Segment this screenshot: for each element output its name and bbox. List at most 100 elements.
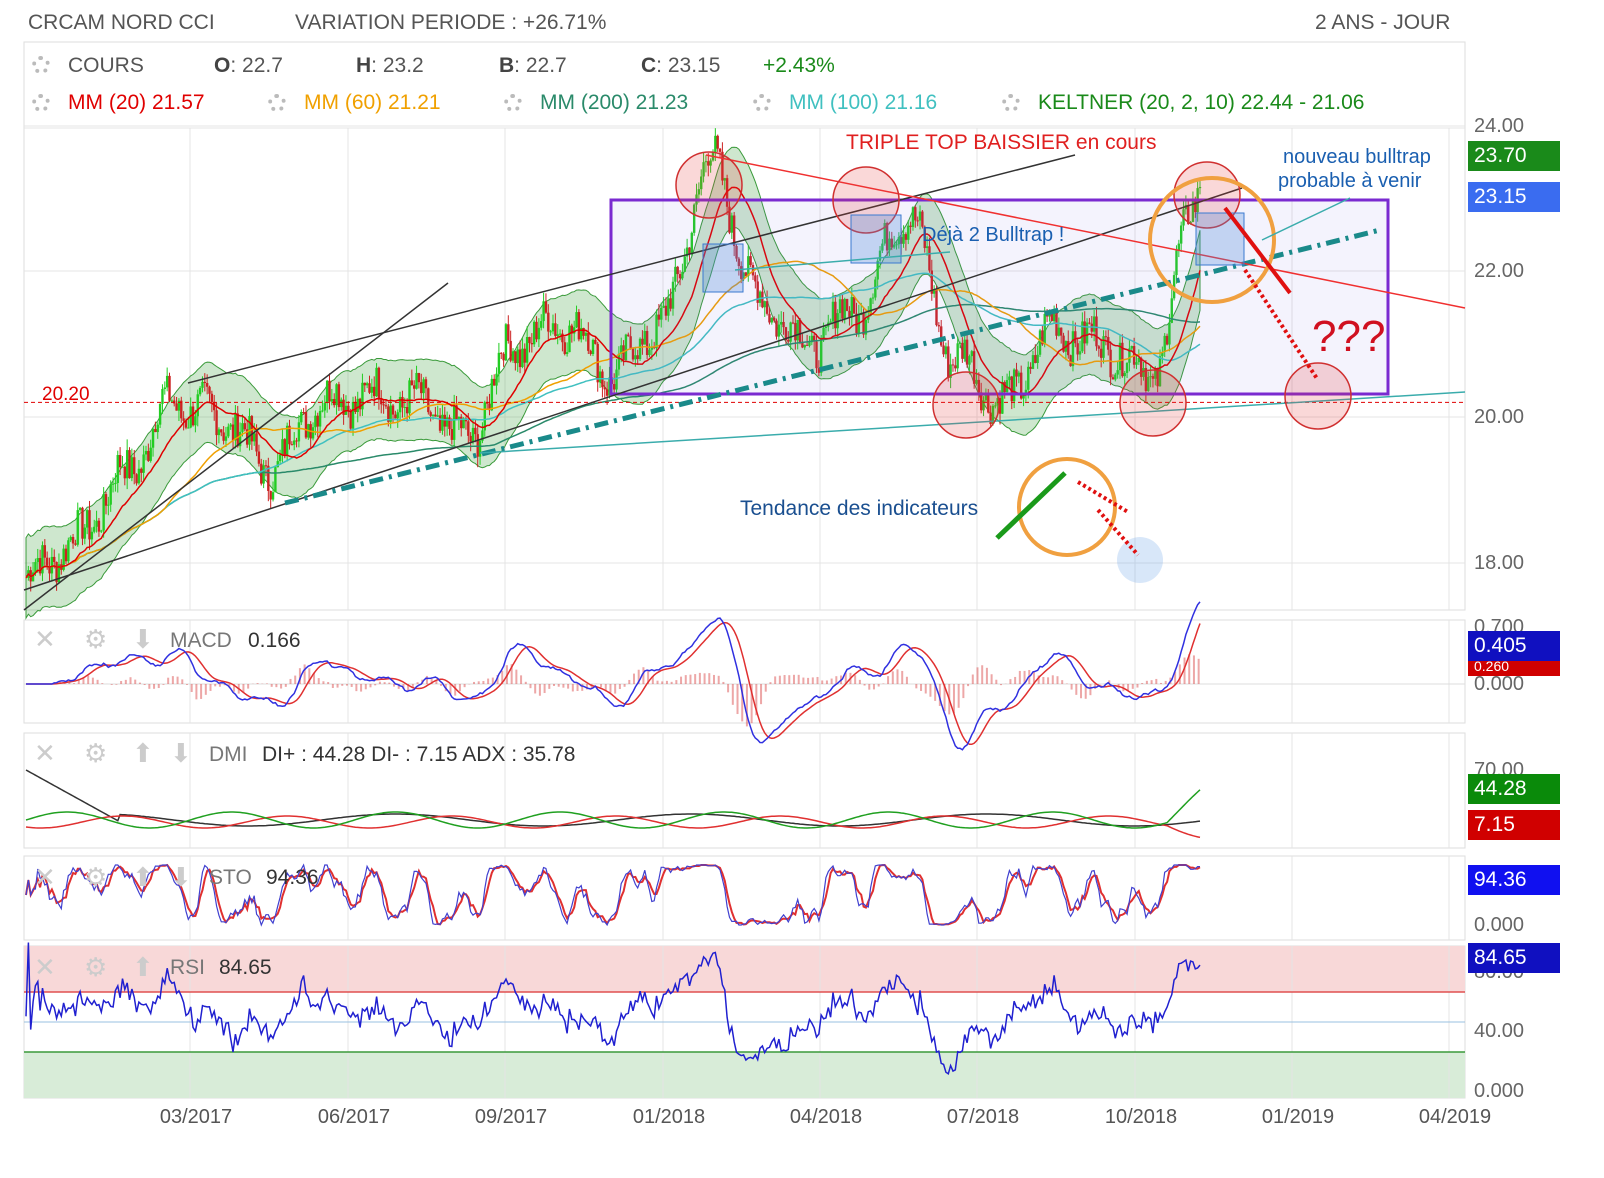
- gear-icon[interactable]: [1002, 94, 1020, 112]
- candle: [469, 435, 472, 442]
- open-number: : 22.7: [230, 54, 283, 77]
- legend-mm20: MM (20) 21.57: [68, 91, 205, 114]
- macd-histogram-bar: [1070, 684, 1073, 690]
- macd-histogram-bar: [124, 679, 127, 684]
- macd-histogram-bar: [872, 684, 875, 690]
- candle: [234, 413, 237, 441]
- gear-icon[interactable]: [268, 94, 286, 112]
- candle: [121, 466, 124, 468]
- macd-histogram-bar: [289, 678, 292, 684]
- candle: [474, 427, 477, 435]
- macd-histogram-bar: [520, 675, 523, 684]
- arrow-down-icon[interactable]: ⬇: [170, 738, 192, 769]
- candle: [194, 416, 197, 426]
- dmi-value: DI+ : 44.28 DI- : 7.15 ADX : 35.78: [262, 743, 576, 766]
- macd-histogram-bar: [374, 684, 377, 686]
- macd-histogram-bar: [811, 677, 814, 684]
- gear-icon[interactable]: ⚙: [84, 624, 107, 655]
- close-icon[interactable]: ✕: [34, 738, 56, 769]
- macd-histogram-bar: [807, 677, 810, 684]
- arrow-down-icon[interactable]: ⬇: [132, 624, 154, 655]
- macd-histogram-bar: [1051, 675, 1054, 684]
- macd-histogram-bar: [270, 684, 273, 687]
- cours-label: COURS: [68, 54, 144, 77]
- candle: [549, 331, 552, 333]
- close-icon[interactable]: ✕: [34, 624, 56, 655]
- high-value: H: 23.2: [356, 54, 424, 78]
- sto-tick: 0.000: [1474, 914, 1525, 936]
- candle: [224, 436, 228, 441]
- macd-histogram-bar: [868, 684, 871, 690]
- candle: [396, 412, 399, 419]
- rsi-value: 84.65: [219, 956, 272, 979]
- macd-histogram-bar: [788, 675, 791, 684]
- candle: [441, 414, 444, 431]
- target-circle: [1117, 537, 1163, 583]
- gear-icon[interactable]: ⚙: [84, 952, 107, 983]
- close-icon[interactable]: ✕: [34, 952, 56, 983]
- candle: [410, 380, 414, 386]
- macd-histogram-bar: [425, 675, 428, 684]
- gear-icon[interactable]: [753, 94, 771, 112]
- candle: [445, 417, 449, 427]
- macd-histogram-bar: [670, 681, 673, 684]
- gear-icon[interactable]: ⚙: [84, 738, 107, 769]
- candle: [135, 474, 138, 484]
- macd-histogram-bar: [538, 684, 541, 696]
- candle: [490, 378, 494, 411]
- macd-histogram-bar: [82, 678, 85, 684]
- arrow-down-icon[interactable]: ⬇: [170, 862, 192, 893]
- macd-histogram-bar: [1131, 684, 1134, 689]
- change-percent: +2.43%: [763, 54, 835, 77]
- candle: [325, 380, 329, 404]
- last-price-badge: 23.15: [1468, 182, 1560, 212]
- gear-icon[interactable]: [504, 94, 522, 112]
- macd-histogram-bar: [341, 684, 344, 686]
- macd-histogram-bar: [162, 684, 165, 685]
- macd-histogram-bar: [769, 682, 772, 684]
- arrow-up-icon[interactable]: ⬆: [132, 952, 154, 983]
- candle: [93, 526, 96, 532]
- candle: [140, 468, 143, 473]
- candle: [205, 383, 209, 387]
- candle: [198, 387, 202, 395]
- macd-histogram-bar: [792, 674, 795, 684]
- candle: [285, 425, 289, 455]
- macd-histogram-bar: [200, 684, 203, 699]
- adx-line: [25, 769, 1201, 827]
- macd-histogram-bar: [576, 684, 579, 691]
- candle: [201, 381, 204, 388]
- arrow-up-icon[interactable]: ⬆: [132, 862, 154, 893]
- candle: [521, 348, 524, 368]
- gear-icon[interactable]: [32, 56, 50, 74]
- candle: [438, 415, 442, 431]
- open-value: O: 22.7: [214, 54, 283, 78]
- candle: [568, 325, 571, 353]
- candle: [424, 379, 428, 389]
- macd-histogram-bar: [920, 684, 923, 691]
- candle: [104, 494, 108, 506]
- di-plus-line: [25, 789, 1201, 829]
- candle: [220, 429, 223, 433]
- macd-histogram-bar: [905, 676, 908, 684]
- di-minus-badge: 7.15: [1468, 810, 1560, 840]
- high-badge: 23.70: [1468, 141, 1560, 171]
- gear-icon[interactable]: [32, 94, 50, 112]
- macd-histogram-bar: [778, 675, 781, 684]
- candle: [358, 398, 362, 410]
- x-tick: 03/2017: [159, 1106, 233, 1128]
- arrow-up-icon[interactable]: ⬆: [132, 738, 154, 769]
- candle: [323, 403, 326, 411]
- candle: [565, 352, 569, 354]
- macd-histogram-bar: [209, 684, 212, 691]
- macd-histogram-bar: [553, 684, 556, 686]
- macd-histogram-bar: [327, 682, 330, 684]
- macd-histogram-bar: [548, 684, 551, 689]
- candle: [269, 490, 272, 500]
- macd-histogram-bar: [825, 680, 828, 684]
- sto-name: STO: [209, 866, 252, 889]
- gear-icon[interactable]: ⚙: [84, 862, 107, 893]
- di-plus-badge: 44.28: [1468, 774, 1560, 804]
- candle: [718, 148, 722, 152]
- close-icon[interactable]: ✕: [34, 862, 56, 893]
